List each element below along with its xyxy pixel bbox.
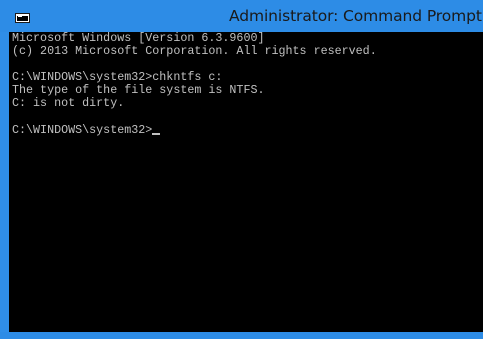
cmd-icon-screen: [17, 16, 28, 21]
title-bar[interactable]: Administrator: Command Prompt: [0, 0, 483, 32]
cmd-icon-prompt-mark: [18, 16, 22, 19]
window-title: Administrator: Command Prompt: [229, 7, 482, 25]
window-bottom-border: [0, 332, 483, 339]
command-prompt-window: Administrator: Command Prompt Microsoft …: [0, 0, 483, 339]
console-line: The type of the file system is NTFS.: [12, 83, 265, 98]
console-line: (c) 2013 Microsoft Corporation. All righ…: [12, 44, 377, 59]
console-line: C: is not dirty.: [12, 96, 125, 111]
console-prompt-line: C:\WINDOWS\system32>: [12, 122, 153, 137]
cmd-app-icon[interactable]: [15, 13, 30, 23]
console-line: C:\WINDOWS\system32>chkntfs c:: [12, 70, 223, 85]
console-line: Microsoft Windows [Version 6.3.9600]: [12, 31, 265, 45]
console-area[interactable]: Microsoft Windows [Version 6.3.9600] (c)…: [9, 31, 483, 332]
console-output: Microsoft Windows [Version 6.3.9600] (c)…: [12, 31, 377, 137]
text-cursor: [152, 132, 161, 135]
